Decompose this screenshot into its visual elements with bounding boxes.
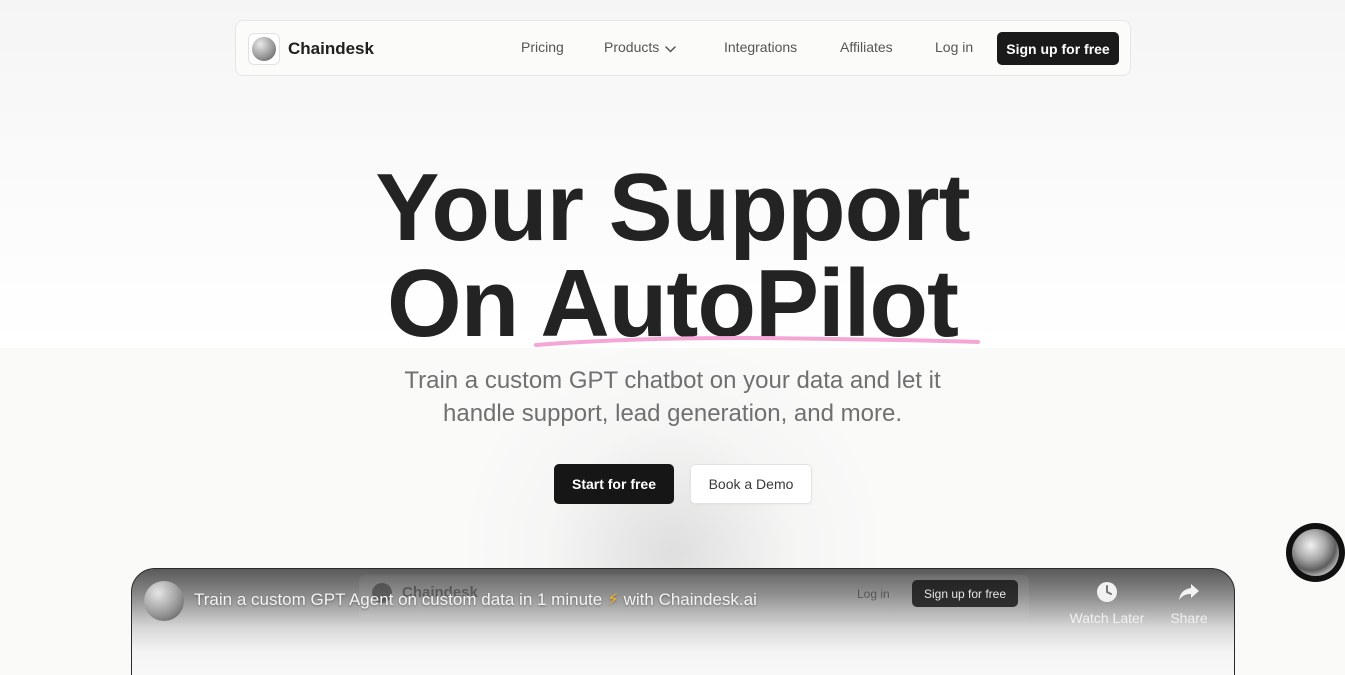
book-demo-button[interactable]: Book a Demo: [690, 464, 812, 504]
video-frame-login: Log in: [857, 587, 890, 601]
watch-later-label: Watch Later: [1069, 610, 1145, 626]
brand-logo[interactable]: Chaindesk: [248, 33, 374, 65]
video-title[interactable]: Train a custom GPT Agent on custom data …: [194, 590, 757, 610]
nav-products-menu[interactable]: Products: [604, 39, 676, 56]
nav-affiliates-link[interactable]: Affiliates: [840, 39, 893, 55]
top-navbar: Chaindesk Pricing Products Integrations …: [235, 20, 1131, 76]
nav-integrations-link[interactable]: Integrations: [724, 39, 797, 55]
chat-avatar-icon: [1292, 529, 1339, 576]
nav-pricing-link[interactable]: Pricing: [521, 39, 564, 55]
logo-icon: [248, 33, 280, 65]
start-for-free-button[interactable]: Start for free: [554, 464, 674, 504]
title-underline-decoration: [534, 336, 980, 347]
hero-title-line-1: Your Support: [375, 154, 970, 261]
video-frame-signup: Sign up for free: [912, 580, 1018, 607]
lightning-bolt-icon: ⚡: [606, 590, 619, 609]
clock-icon: [1096, 582, 1118, 606]
brand-name: Chaindesk: [288, 39, 374, 58]
chevron-down-icon: [665, 40, 676, 56]
hero-subtitle-line-2: handle support, lead generation, and mor…: [443, 400, 902, 427]
chat-launcher-button[interactable]: [1286, 523, 1345, 582]
nav-login-link[interactable]: Log in: [935, 39, 973, 55]
share-arrow-icon: [1178, 584, 1200, 606]
signup-button[interactable]: Sign up for free: [997, 32, 1119, 65]
share-label: Share: [1170, 610, 1208, 626]
hero-subtitle-line-1: Train a custom GPT chatbot on your data …: [404, 367, 941, 394]
nav-products-label: Products: [604, 39, 660, 55]
video-title-suffix: with Chaindesk.ai: [623, 590, 757, 609]
video-title-text: Train a custom GPT Agent on custom data …: [194, 590, 603, 609]
channel-avatar[interactable]: [144, 581, 184, 621]
video-player[interactable]: Chaindesk Log in Sign up for free Train …: [131, 568, 1235, 675]
watch-later-button[interactable]: Watch Later: [1067, 581, 1147, 626]
share-button[interactable]: Share: [1149, 581, 1229, 626]
